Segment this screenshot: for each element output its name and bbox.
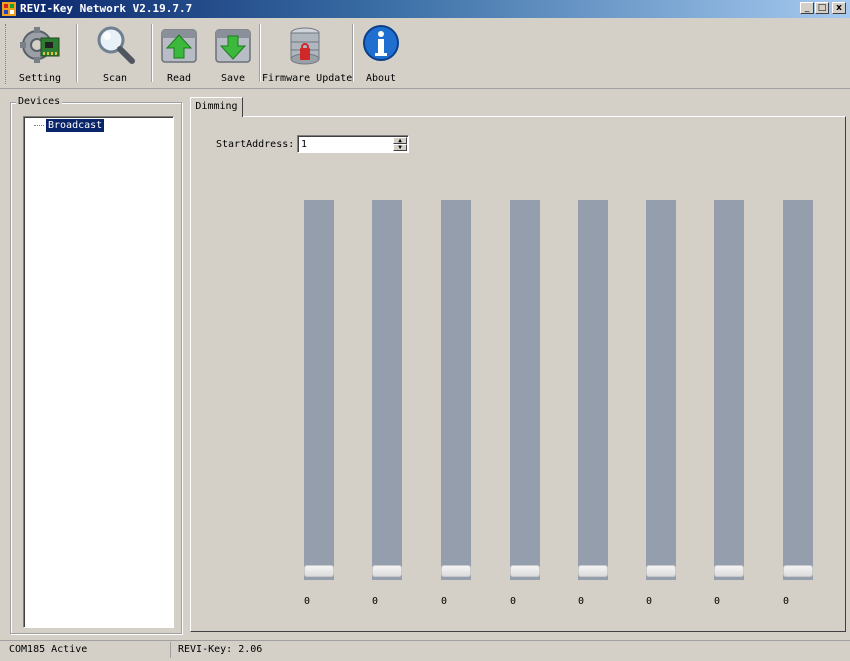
- gear-board-icon: [20, 27, 60, 63]
- database-icon: [290, 27, 320, 65]
- firmware-update-button[interactable]: Firmware Update: [262, 20, 353, 86]
- info-icon: [363, 25, 399, 61]
- setting-label: Setting: [18, 73, 62, 84]
- status-port: COM185 Active: [9, 644, 88, 655]
- slider-value-7: 0: [713, 596, 721, 607]
- dimming-slider-8[interactable]: [783, 200, 813, 580]
- dimming-slider-1[interactable]: [304, 200, 334, 580]
- status-bar: [0, 640, 850, 661]
- magnifier-icon: [97, 26, 135, 64]
- start-address-value: 1: [301, 139, 308, 150]
- device-tree[interactable]: [23, 116, 174, 628]
- download-arrow-icon: [215, 29, 251, 63]
- dimming-slider-7[interactable]: [714, 200, 744, 580]
- slider-value-8: 0: [782, 596, 790, 607]
- save-label: Save: [220, 73, 246, 84]
- start-address-label: StartAddress:: [216, 139, 295, 150]
- maximize-button[interactable]: □: [815, 2, 829, 14]
- read-label: Read: [166, 73, 192, 84]
- window-title: REVI-Key Network V2.19.7.7: [20, 2, 193, 15]
- toolbar-separator: [76, 24, 78, 82]
- slider-value-4: 0: [509, 596, 517, 607]
- dimming-slider-3[interactable]: [441, 200, 471, 580]
- tree-connector: [34, 125, 44, 126]
- slider-thumb-8[interactable]: [783, 565, 813, 577]
- slider-thumb-5[interactable]: [578, 565, 608, 577]
- dimming-slider-2[interactable]: [372, 200, 402, 580]
- close-button[interactable]: x: [832, 2, 846, 14]
- scan-button[interactable]: Scan: [85, 20, 145, 86]
- slider-value-5: 0: [577, 596, 585, 607]
- devices-legend: Devices: [16, 96, 63, 107]
- read-button[interactable]: Read: [152, 20, 206, 86]
- scan-label: Scan: [102, 73, 128, 84]
- status-separator: [170, 642, 171, 658]
- slider-value-1: 0: [303, 596, 311, 607]
- toolbar-separator: [259, 24, 261, 82]
- toolbar-grip[interactable]: [5, 24, 8, 84]
- slider-thumb-2[interactable]: [372, 565, 402, 577]
- slider-value-3: 0: [440, 596, 448, 607]
- spin-down-button[interactable]: ▼: [393, 144, 407, 151]
- about-label: About: [365, 73, 397, 84]
- slider-thumb-3[interactable]: [441, 565, 471, 577]
- dimming-slider-4[interactable]: [510, 200, 540, 580]
- slider-thumb-7[interactable]: [714, 565, 744, 577]
- slider-thumb-6[interactable]: [646, 565, 676, 577]
- dimming-slider-6[interactable]: [646, 200, 676, 580]
- slider-thumb-4[interactable]: [510, 565, 540, 577]
- setting-button[interactable]: Setting: [10, 20, 70, 86]
- toolbar-separator: [352, 24, 354, 82]
- tree-item-broadcast[interactable]: Broadcast: [46, 119, 105, 132]
- minimize-button[interactable]: _: [800, 2, 814, 14]
- app-icon: [2, 2, 16, 16]
- upload-arrow-icon: [161, 29, 197, 63]
- slider-value-6: 0: [645, 596, 653, 607]
- firmware-update-label: Firmware Update: [262, 73, 353, 84]
- about-button[interactable]: About: [355, 20, 407, 86]
- slider-value-2: 0: [371, 596, 379, 607]
- save-button[interactable]: Save: [206, 20, 260, 86]
- tab-dimming[interactable]: Dimming: [190, 97, 243, 117]
- dimming-slider-5[interactable]: [578, 200, 608, 580]
- status-version: REVI-Key: 2.06: [178, 644, 263, 655]
- spin-up-button[interactable]: ▲: [393, 137, 407, 144]
- slider-thumb-1[interactable]: [304, 565, 334, 577]
